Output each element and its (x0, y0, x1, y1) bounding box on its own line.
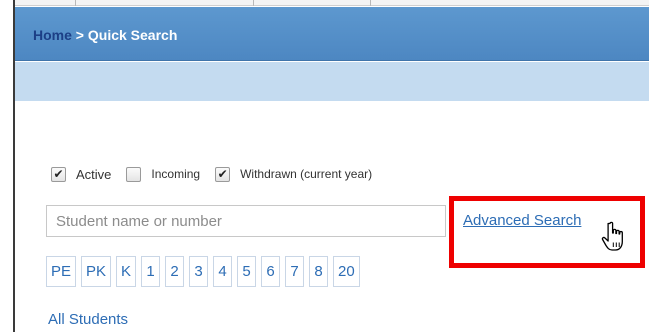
window-top-edge (13, 0, 649, 6)
status-filters: ✔ Active Incoming ✔ Withdrawn (current y… (51, 163, 387, 185)
page-header: Home > Quick Search (15, 7, 649, 61)
withdrawn-checkbox-label: Withdrawn (current year) (240, 167, 373, 181)
grade-button[interactable]: PE (46, 256, 77, 287)
grade-button[interactable]: 1 (141, 256, 161, 287)
incoming-checkbox-label: Incoming (151, 167, 201, 181)
top-divider (370, 0, 371, 6)
incoming-checkbox[interactable] (126, 166, 142, 182)
grade-button[interactable]: 4 (213, 256, 233, 287)
top-divider (253, 0, 254, 6)
breadcrumb: Home > Quick Search (33, 27, 177, 43)
breadcrumb-current: Quick Search (87, 27, 178, 43)
grade-button[interactable]: 2 (165, 256, 185, 287)
sub-header-bar (15, 62, 649, 101)
hand-pointer-icon (601, 221, 623, 251)
grade-button[interactable]: 6 (261, 256, 281, 287)
grade-button[interactable]: PK (81, 256, 112, 287)
grade-button[interactable]: K (116, 256, 137, 287)
top-divider (75, 0, 76, 6)
grade-button[interactable]: 3 (189, 256, 209, 287)
student-search-input[interactable] (46, 205, 446, 237)
all-students-link[interactable]: All Students (48, 311, 128, 328)
grade-button[interactable]: 5 (237, 256, 257, 287)
breadcrumb-home-link[interactable]: Home (33, 27, 72, 43)
active-checkbox[interactable]: ✔ (51, 166, 66, 182)
active-checkbox-label: Active (76, 166, 112, 182)
grade-button[interactable]: 20 (333, 256, 360, 287)
grade-button[interactable]: 7 (285, 256, 305, 287)
breadcrumb-separator: > (71, 27, 88, 43)
withdrawn-checkbox[interactable]: ✔ (215, 166, 231, 182)
grade-filter-buttons: PE PK K 1 2 3 4 5 6 7 8 20 (46, 256, 365, 287)
grade-button[interactable]: 8 (309, 256, 329, 287)
